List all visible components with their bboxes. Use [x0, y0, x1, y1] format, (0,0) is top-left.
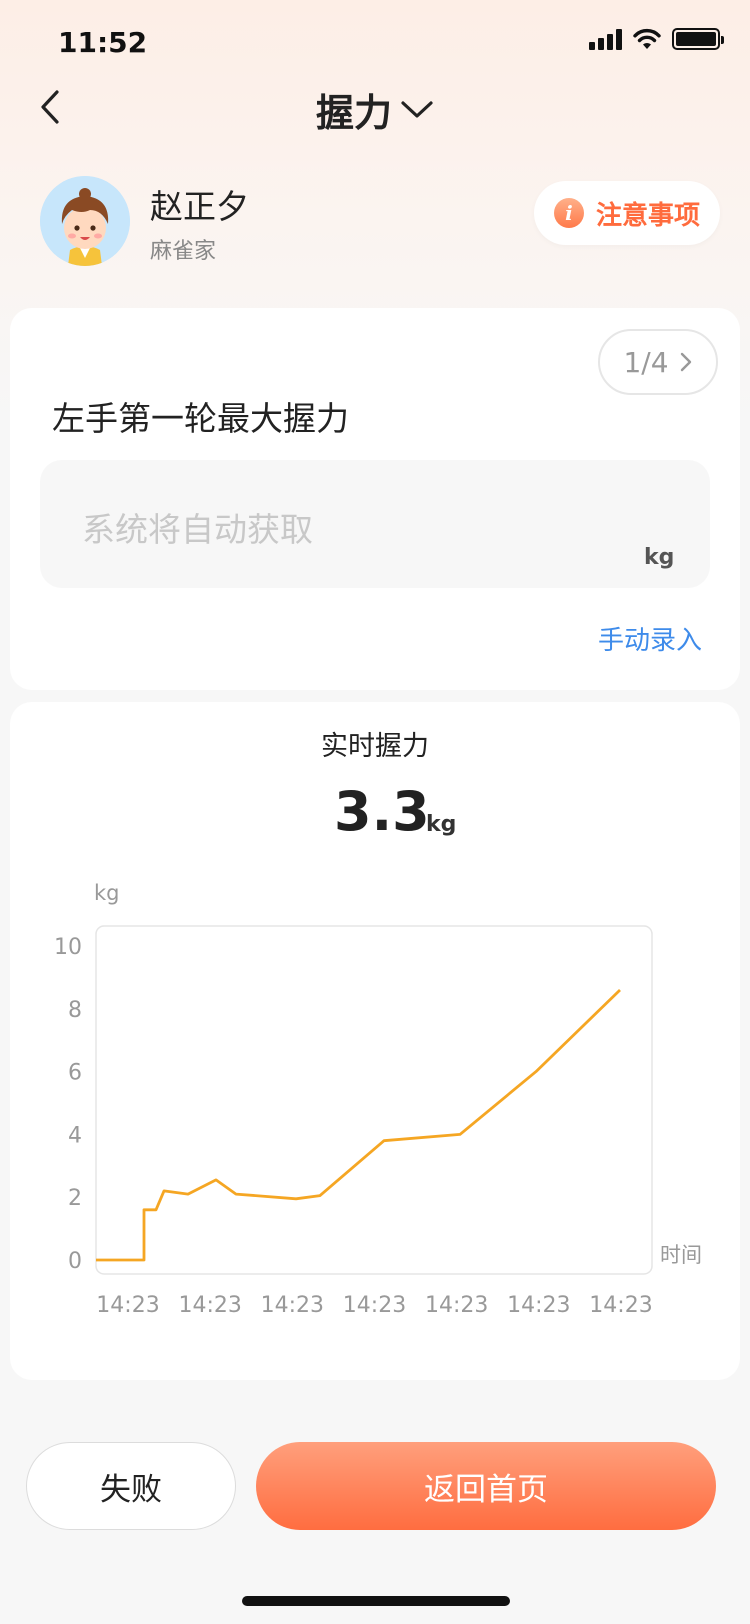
x-tick-label: 14:23 — [178, 1293, 241, 1318]
status-time: 11:52 — [58, 26, 148, 59]
chart-x-label: 时间 — [660, 1243, 702, 1267]
home-indicator — [242, 1596, 510, 1606]
measurement-title: 左手第一轮最大握力 — [52, 399, 349, 438]
realtime-title: 实时握力 — [321, 731, 429, 762]
user-name: 赵正夕 — [150, 187, 249, 226]
x-tick-label: 14:23 — [96, 1293, 159, 1318]
cellular-signal-icon — [589, 28, 622, 50]
chart-y-label: kg — [94, 881, 120, 905]
notice-label: 注意事项 — [595, 200, 700, 231]
y-tick-label: 2 — [68, 1186, 82, 1211]
chart-series-line — [96, 988, 621, 1262]
grip-force-chart: kg 时间 0 2 4 6 8 10 14:23 14:23 14:23 14:23 14:23 1… — [54, 881, 702, 1318]
x-tick-label: 14:23 — [425, 1293, 488, 1318]
wifi-icon — [633, 28, 661, 49]
chevron-right-icon — [680, 352, 691, 372]
notice-button[interactable]: i 注意事项 — [534, 181, 720, 245]
chart-plot-frame — [95, 925, 653, 1275]
grip-value-placeholder: 系统将自动获取 — [82, 510, 313, 549]
y-tick-label: 0 — [68, 1249, 82, 1274]
x-tick-label: 14:23 — [343, 1293, 406, 1318]
y-tick-label: 10 — [54, 935, 82, 960]
x-tick-label: 14:23 — [507, 1293, 570, 1318]
manual-entry-link[interactable]: 手动录入 — [598, 620, 702, 657]
chevron-down-icon — [401, 100, 433, 118]
page-indicator-button[interactable]: 1/4 — [598, 329, 718, 395]
y-tick-label: 4 — [68, 1123, 82, 1148]
battery-icon — [672, 28, 724, 50]
realtime-unit: kg — [426, 812, 457, 837]
page-title: 握力 — [315, 91, 392, 135]
x-tick-label: 14:23 — [589, 1293, 652, 1318]
y-tick-label: 8 — [68, 998, 82, 1023]
fail-button[interactable]: 失败 — [26, 1442, 236, 1530]
return-home-button[interactable]: 返回首页 — [256, 1442, 716, 1530]
realtime-value: 3.3 — [334, 780, 430, 843]
y-tick-label: 6 — [68, 1061, 82, 1086]
x-tick-label: 14:23 — [261, 1293, 324, 1318]
user-org: 麻雀家 — [150, 239, 217, 264]
info-icon: i — [553, 198, 584, 228]
page-indicator-text: 1/4 — [623, 345, 669, 379]
status-icons — [589, 28, 724, 50]
avatar — [40, 176, 130, 266]
grip-value-unit: kg — [644, 545, 675, 570]
nav-title-dropdown[interactable]: 握力 — [0, 82, 750, 137]
